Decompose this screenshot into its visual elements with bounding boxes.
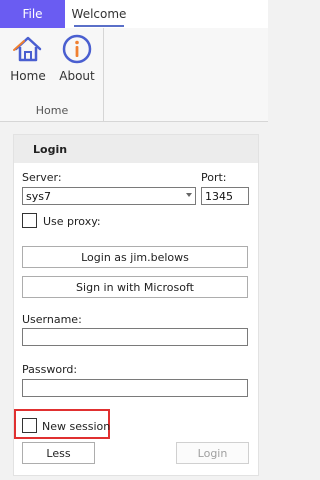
tab-welcome[interactable]: Welcome bbox=[70, 0, 128, 28]
login-header: Login bbox=[14, 135, 258, 163]
home-button[interactable]: Home bbox=[7, 32, 49, 88]
use-proxy-checkbox[interactable] bbox=[22, 213, 37, 228]
server-value: sys7 bbox=[26, 189, 51, 203]
tab-bar: File Welcome bbox=[0, 0, 268, 28]
chevron-down-icon[interactable] bbox=[186, 193, 192, 197]
new-session-label: New session bbox=[42, 420, 111, 433]
port-input[interactable]: 1345 bbox=[201, 187, 249, 205]
ribbon: Home About Home bbox=[0, 28, 268, 122]
use-proxy-label: Use proxy: bbox=[43, 215, 101, 228]
ribbon-group-label: Home bbox=[35, 104, 69, 117]
less-button[interactable]: Less bbox=[22, 442, 95, 464]
about-button[interactable]: About bbox=[56, 32, 98, 88]
port-label: Port: bbox=[201, 171, 227, 184]
login-button[interactable]: Login bbox=[176, 442, 249, 464]
home-label: Home bbox=[10, 69, 46, 83]
sign-in-microsoft-button[interactable]: Sign in with Microsoft bbox=[22, 276, 248, 298]
username-field[interactable] bbox=[22, 328, 248, 346]
about-label: About bbox=[59, 69, 95, 83]
new-session-checkbox[interactable] bbox=[22, 418, 37, 433]
password-field[interactable] bbox=[22, 379, 248, 397]
server-combobox[interactable]: sys7 bbox=[22, 187, 196, 205]
ribbon-group-home: Home About Home bbox=[0, 28, 104, 121]
tab-file[interactable]: File bbox=[0, 0, 65, 28]
username-label: Username: bbox=[22, 313, 82, 326]
login-as-button[interactable]: Login as jim.belows bbox=[22, 246, 248, 268]
password-label: Password: bbox=[22, 363, 78, 376]
port-value: 1345 bbox=[205, 189, 233, 203]
info-icon bbox=[60, 32, 94, 66]
server-label: Server: bbox=[22, 171, 62, 184]
home-icon bbox=[11, 32, 45, 66]
